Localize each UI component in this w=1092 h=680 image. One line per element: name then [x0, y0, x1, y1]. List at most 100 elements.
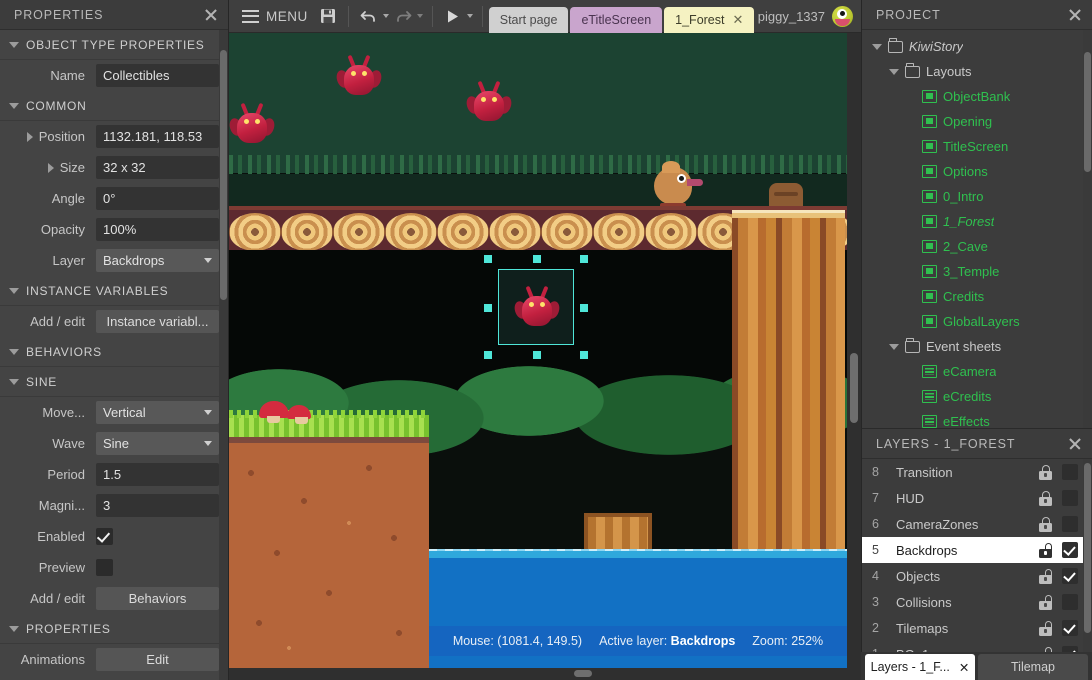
project-tree-item[interactable]: TitleScreen: [862, 134, 1092, 159]
layer-row[interactable]: 3Collisions: [862, 589, 1092, 615]
selected-beetle-sprite[interactable]: [515, 286, 559, 330]
close-icon[interactable]: ✕: [733, 12, 744, 28]
panel-tab[interactable]: Layers - 1_F...✕: [865, 654, 975, 680]
undo-button[interactable]: [358, 5, 380, 27]
selection-box[interactable]: [498, 269, 574, 345]
beetle-sprite[interactable]: [467, 81, 511, 125]
resize-handle-w[interactable]: [484, 304, 492, 312]
layer-visibility-checkbox[interactable]: [1062, 542, 1078, 558]
project-tree-item[interactable]: 2_Cave: [862, 234, 1092, 259]
project-tree-item[interactable]: Event sheets: [862, 334, 1092, 359]
property-input[interactable]: 1.5: [96, 463, 219, 486]
canvas-vertical-scrollbar-thumb[interactable]: [850, 353, 858, 423]
layer-row[interactable]: 5Backdrops: [862, 537, 1092, 563]
lock-open-icon[interactable]: [1039, 543, 1052, 558]
layers-scrollbar[interactable]: [1083, 459, 1092, 680]
layer-row[interactable]: 7HUD: [862, 485, 1092, 511]
property-input[interactable]: Collectibles: [96, 64, 219, 87]
user-avatar[interactable]: [832, 6, 853, 27]
layer-visibility-checkbox[interactable]: [1062, 490, 1078, 506]
beetle-sprite[interactable]: [230, 103, 274, 147]
chevron-down-icon[interactable]: [889, 69, 899, 75]
resize-handle-s[interactable]: [533, 351, 541, 359]
properties-scroll-area[interactable]: OBJECT TYPE PROPERTIESNameCollectiblesCO…: [0, 30, 228, 680]
project-tree-item[interactable]: 1_Forest: [862, 209, 1092, 234]
chevron-right-icon[interactable]: [27, 132, 33, 142]
property-input[interactable]: 0°: [96, 187, 219, 210]
play-dropdown-caret[interactable]: [467, 14, 473, 18]
project-tree-item[interactable]: 0_Intro: [862, 184, 1092, 209]
canvas-horizontal-scrollbar-thumb[interactable]: [574, 670, 592, 677]
property-dropdown[interactable]: Vertical: [96, 401, 219, 424]
layer-row[interactable]: 6CameraZones: [862, 511, 1092, 537]
property-section-header[interactable]: OBJECT TYPE PROPERTIES: [0, 30, 228, 60]
project-tree-item[interactable]: Layouts: [862, 59, 1092, 84]
layer-visibility-checkbox[interactable]: [1062, 620, 1078, 636]
property-label-group[interactable]: Size: [0, 160, 96, 175]
project-tree-item[interactable]: Credits: [862, 284, 1092, 309]
canvas-horizontal-scrollbar[interactable]: [229, 668, 861, 680]
close-icon[interactable]: ✕: [959, 660, 969, 675]
chevron-right-icon[interactable]: [48, 163, 54, 173]
property-input[interactable]: 3: [96, 494, 219, 517]
layer-visibility-checkbox[interactable]: [1062, 568, 1078, 584]
resize-handle-e[interactable]: [580, 304, 588, 312]
property-button[interactable]: Instance variabl...: [96, 310, 219, 333]
layer-visibility-checkbox[interactable]: [1062, 516, 1078, 532]
project-tree-item[interactable]: Options: [862, 159, 1092, 184]
property-section-header[interactable]: COMMON: [0, 91, 228, 121]
save-button[interactable]: [317, 5, 339, 27]
layer-row[interactable]: 2Tilemaps: [862, 615, 1092, 641]
chevron-down-icon[interactable]: [872, 44, 882, 50]
grass-surface-tile[interactable]: [229, 415, 429, 439]
property-checkbox[interactable]: [96, 528, 113, 545]
layer-visibility-checkbox[interactable]: [1062, 594, 1078, 610]
layer-row[interactable]: 8Transition: [862, 459, 1092, 485]
dirt-tile-block[interactable]: [229, 443, 429, 668]
layers-scrollbar-thumb[interactable]: [1084, 463, 1091, 633]
property-section-header[interactable]: BEHAVIORS: [0, 337, 228, 367]
panel-tab[interactable]: Tilemap: [978, 654, 1088, 680]
lock-open-icon[interactable]: [1039, 569, 1052, 584]
lock-open-icon[interactable]: [1039, 621, 1052, 636]
close-icon[interactable]: [202, 6, 220, 24]
beetle-sprite[interactable]: [337, 55, 381, 99]
property-checkbox[interactable]: [96, 559, 113, 576]
resize-handle-ne[interactable]: [580, 255, 588, 263]
layout-canvas[interactable]: Mouse: (1081.4, 149.5) Active layer: Bac…: [229, 33, 861, 680]
project-tree-item[interactable]: 3_Temple: [862, 259, 1092, 284]
resize-handle-nw[interactable]: [484, 255, 492, 263]
property-button[interactable]: Edit: [96, 648, 219, 671]
document-tab[interactable]: 1_Forest✕: [664, 7, 754, 33]
user-account[interactable]: piggy_1337: [758, 6, 861, 27]
property-label-group[interactable]: Position: [0, 129, 96, 144]
property-section-header[interactable]: SINE: [0, 367, 228, 397]
layout-scene[interactable]: Mouse: (1081.4, 149.5) Active layer: Bac…: [229, 33, 847, 668]
redo-button[interactable]: [392, 5, 414, 27]
canvas-vertical-scrollbar[interactable]: [847, 33, 861, 668]
project-tree-item[interactable]: ObjectBank: [862, 84, 1092, 109]
property-dropdown[interactable]: Backdrops: [96, 249, 219, 272]
lock-closed-icon[interactable]: [1039, 465, 1052, 480]
close-icon[interactable]: [1066, 6, 1084, 24]
redo-dropdown-caret[interactable]: [417, 14, 423, 18]
kiwi-character-sprite[interactable]: [654, 161, 700, 209]
wooden-pillar[interactable]: [732, 218, 845, 558]
property-button[interactable]: Behaviors: [96, 587, 219, 610]
property-section-header[interactable]: INSTANCE VARIABLES: [0, 276, 228, 306]
project-tree-item[interactable]: Opening: [862, 109, 1092, 134]
project-scrollbar-thumb[interactable]: [1084, 52, 1091, 172]
project-tree-item[interactable]: eEffects: [862, 409, 1092, 428]
property-dropdown[interactable]: Sine: [96, 432, 219, 455]
property-section-header[interactable]: PROPERTIES: [0, 614, 228, 644]
property-input[interactable]: 32 x 32: [96, 156, 219, 179]
main-menu-button[interactable]: MENU: [236, 5, 314, 28]
undo-dropdown-caret[interactable]: [383, 14, 389, 18]
document-tab[interactable]: Start page: [489, 7, 569, 33]
lock-closed-icon[interactable]: [1039, 517, 1052, 532]
resize-handle-se[interactable]: [580, 351, 588, 359]
document-tab[interactable]: eTitleScreen: [570, 7, 662, 33]
property-input[interactable]: 100%: [96, 218, 219, 241]
play-button[interactable]: [442, 5, 464, 27]
close-icon[interactable]: [1066, 435, 1084, 453]
